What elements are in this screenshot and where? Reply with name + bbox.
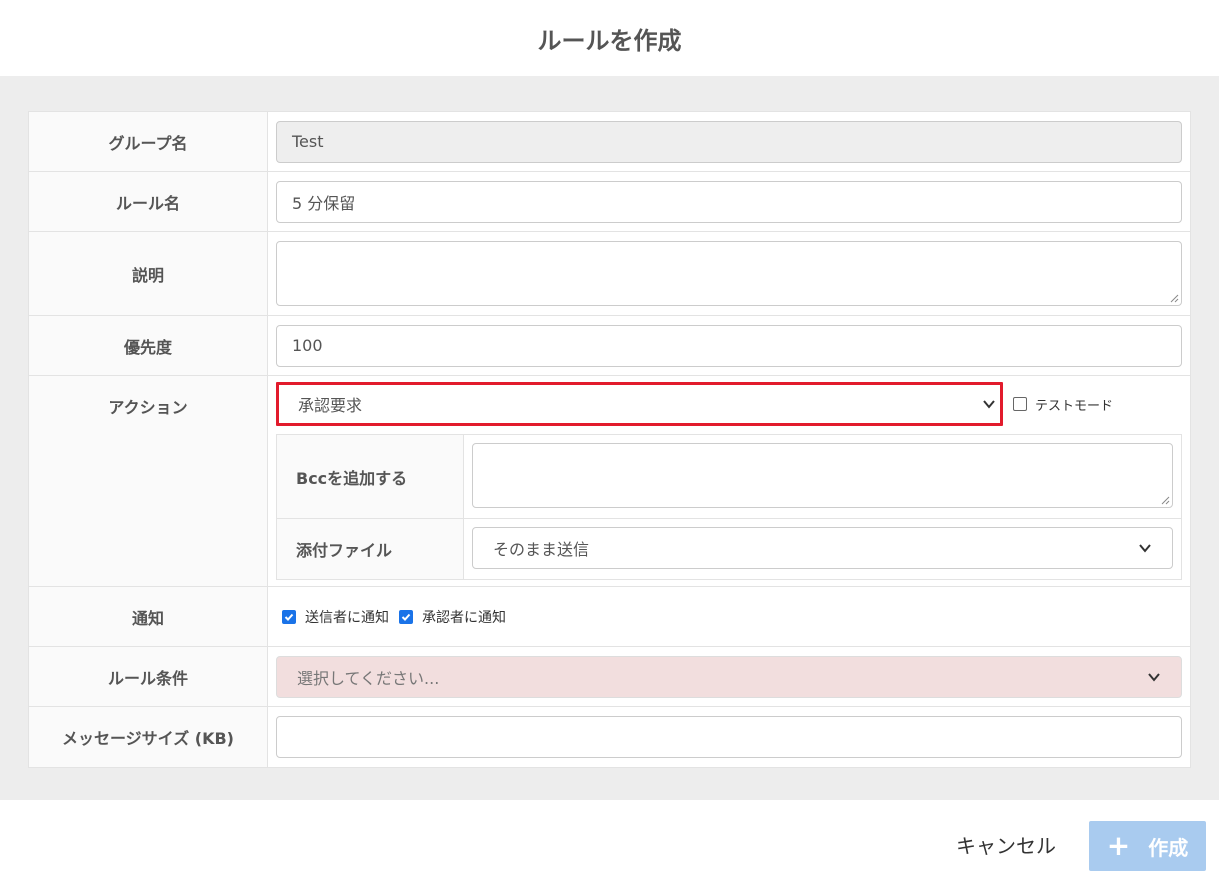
bcc-row: Bccを追加する (277, 435, 1181, 519)
notify-sender-checkbox[interactable] (282, 609, 296, 624)
test-mode-option[interactable]: テストモード (1013, 395, 1113, 414)
priority-label: 優先度 (29, 316, 268, 375)
resize-grip-icon[interactable] (1169, 293, 1179, 303)
action-select-value: 承認要求 (298, 396, 363, 415)
rule-condition-label: ルール条件 (29, 647, 268, 706)
chevron-down-icon (983, 400, 995, 409)
create-button-label: 作成 (1148, 835, 1189, 860)
description-textarea[interactable] (276, 241, 1182, 306)
bcc-textarea[interactable] (472, 443, 1173, 508)
plus-icon: + (1106, 829, 1131, 862)
priority-row: 優先度 100 (29, 316, 1190, 376)
attachment-select-value: そのまま送信 (493, 540, 590, 559)
attachment-label: 添付ファイル (277, 519, 464, 579)
message-size-label: メッセージサイズ (KB) (29, 707, 268, 767)
group-name-row: グループ名 Test (29, 112, 1190, 172)
rule-name-row: ルール名 5 分保留 (29, 172, 1190, 232)
check-icon (284, 613, 294, 621)
action-options-table: Bccを追加する 添付ファイル そのまま送信 (276, 434, 1182, 580)
test-mode-checkbox[interactable] (1013, 397, 1027, 411)
test-mode-label: テストモード (1035, 398, 1114, 414)
rule-name-label: ルール名 (29, 172, 268, 231)
group-name-input: Test (276, 120, 1182, 163)
notification-label: 通知 (29, 587, 268, 646)
notify-approver-option[interactable]: 承認者に通知 (399, 607, 506, 627)
rule-condition-row: ルール条件 選択してください... (29, 647, 1190, 707)
cancel-button[interactable]: キャンセル (956, 830, 1056, 859)
action-select[interactable]: 承認要求 (276, 382, 1003, 426)
rule-name-input[interactable]: 5 分保留 (276, 180, 1182, 223)
rule-condition-select[interactable]: 選択してください... (276, 655, 1182, 698)
check-icon (401, 613, 411, 621)
description-row: 説明 (29, 232, 1190, 316)
chevron-down-icon (1139, 544, 1151, 553)
rule-condition-placeholder: 選択してください... (297, 668, 440, 688)
priority-input[interactable]: 100 (276, 324, 1182, 367)
group-name-label: グループ名 (29, 112, 268, 171)
notify-approver-label: 承認者に通知 (422, 609, 506, 626)
chevron-down-icon (1148, 672, 1160, 682)
dialog-title: ルールを作成 (537, 26, 682, 55)
notify-approver-checkbox[interactable] (399, 609, 413, 624)
resize-grip-icon[interactable] (1160, 495, 1170, 505)
action-row: アクション 承認要求 テストモード Bccを追加する 添付ファイル そのまま送信 (29, 376, 1190, 587)
description-label: 説明 (29, 232, 268, 315)
bcc-label: Bccを追加する (277, 435, 464, 518)
create-button[interactable]: + 作成 (1089, 821, 1206, 871)
action-label: アクション (29, 376, 268, 586)
message-size-input[interactable] (276, 716, 1182, 758)
message-size-row: メッセージサイズ (KB) (29, 707, 1190, 767)
rule-form: グループ名 Test ルール名 5 分保留 説明 優先度 100 アクション 承… (28, 111, 1191, 768)
notification-row: 通知 送信者に通知 承認者に通知 (29, 587, 1190, 647)
attachment-row: 添付ファイル そのまま送信 (277, 519, 1181, 579)
notify-sender-option[interactable]: 送信者に通知 (282, 607, 389, 627)
attachment-select[interactable]: そのまま送信 (472, 527, 1173, 569)
notify-sender-label: 送信者に通知 (305, 609, 389, 626)
